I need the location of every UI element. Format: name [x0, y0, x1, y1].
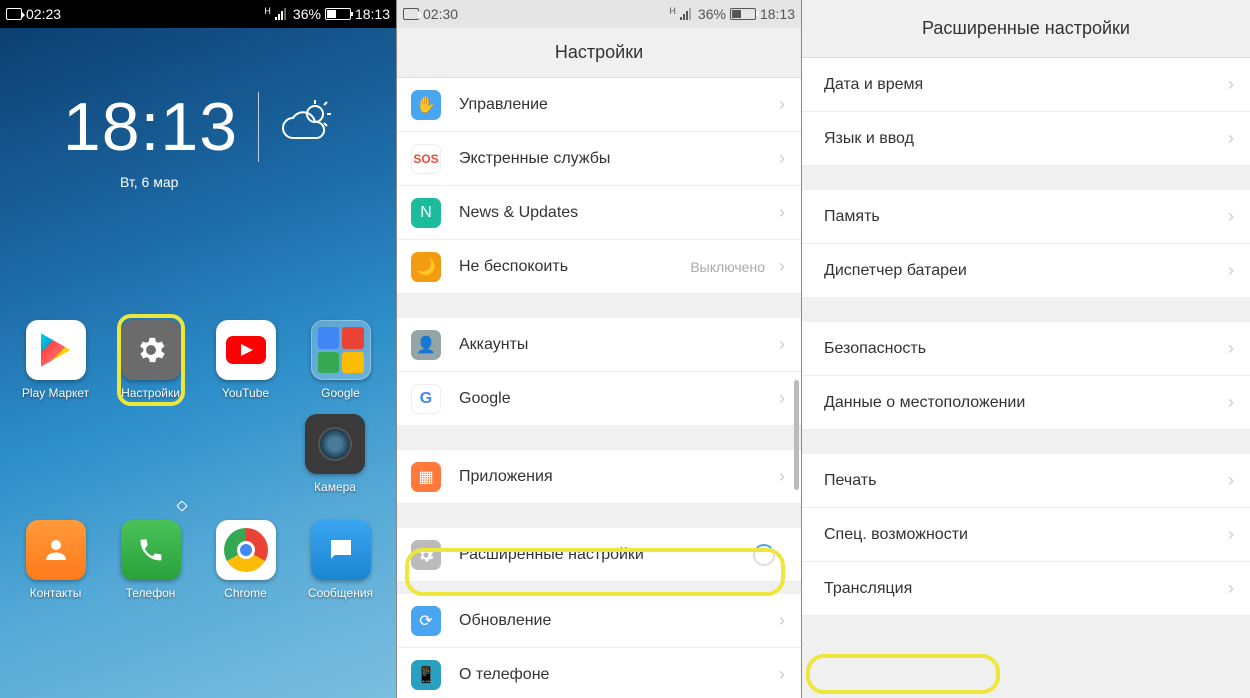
dock-chrome[interactable]: Chrome [203, 520, 289, 600]
battery-icon [730, 8, 756, 20]
screencast-icon [6, 8, 22, 20]
highlight-cast [806, 654, 1000, 694]
advanced-item-language[interactable]: Язык и ввод› [802, 112, 1250, 166]
advanced-item-datetime[interactable]: Дата и время› [802, 58, 1250, 112]
settings-item-apps[interactable]: ▦ Приложения› [397, 450, 801, 504]
settings-panel: 02:30 H 36% 18:13 Настройки ✋ Управление… [397, 0, 802, 698]
news-icon: N [411, 198, 441, 228]
advanced-title: Расширенные настройки [802, 0, 1250, 58]
settings-item-about[interactable]: 📱 О телефоне› [397, 648, 801, 698]
settings-list: ✋ Управление› SOS Экстренные службы› N N… [397, 78, 801, 698]
play-store-icon [26, 320, 86, 380]
app-settings[interactable]: Настройки [108, 320, 194, 400]
advanced-item-memory[interactable]: Память› [802, 190, 1250, 244]
messages-icon [311, 520, 371, 580]
settings-item-advanced[interactable]: Расширенные настройки [397, 528, 801, 582]
settings-item-accounts[interactable]: 👤 Аккаунты› [397, 318, 801, 372]
clock-widget[interactable]: 18:13 Вт, 6 мар [0, 88, 396, 166]
advanced-settings-panel: Расширенные настройки Дата и время› Язык… [802, 0, 1250, 698]
advanced-item-security[interactable]: Безопасность› [802, 322, 1250, 376]
sos-icon: SOS [411, 144, 441, 174]
home-screen-panel: 02:23 H 36% 18:13 18:13 Вт, 6 мар Google [0, 0, 397, 698]
status-bar: 02:30 H 36% 18:13 [397, 0, 801, 28]
battery-pct: 36% [698, 6, 726, 22]
phone-icon [121, 520, 181, 580]
advanced-item-cast[interactable]: Трансляция› [802, 562, 1250, 616]
weather-icon [279, 98, 333, 157]
advanced-item-accessibility[interactable]: Спец. возможности› [802, 508, 1250, 562]
clock-divider [258, 92, 259, 162]
settings-icon [121, 320, 181, 380]
signal-icon [275, 8, 289, 20]
settings-title: Настройки [397, 28, 801, 78]
settings-item-news[interactable]: N News & Updates› [397, 186, 801, 240]
rec-timer: 02:30 [423, 6, 458, 22]
settings-item-dnd[interactable]: 🌙 Не беспокоить Выключено› [397, 240, 801, 294]
folder-icon [311, 320, 371, 380]
rec-timer: 02:23 [26, 6, 61, 22]
loading-spinner-icon [753, 544, 775, 566]
app-play-store[interactable]: Play Маркет [13, 320, 99, 400]
contacts-icon [26, 520, 86, 580]
settings-item-management[interactable]: ✋ Управление› [397, 78, 801, 132]
account-icon: 👤 [411, 330, 441, 360]
advanced-list: Дата и время› Язык и ввод› Память› Диспе… [802, 58, 1250, 616]
settings-item-update[interactable]: ⟳ Обновление› [397, 594, 801, 648]
app-camera[interactable]: Камера [292, 414, 378, 494]
status-time: 18:13 [760, 6, 795, 22]
camera-icon [305, 414, 365, 474]
advanced-item-print[interactable]: Печать› [802, 454, 1250, 508]
signal-icon [680, 8, 694, 20]
gear-icon [411, 540, 441, 570]
advanced-item-battery[interactable]: Диспетчер батареи› [802, 244, 1250, 298]
app-folder-google[interactable]: Google [298, 320, 384, 400]
status-bar: 02:23 H 36% 18:13 [0, 0, 396, 28]
dock-phone[interactable]: Телефон [108, 520, 194, 600]
hand-icon: ✋ [411, 90, 441, 120]
dock-messages[interactable]: Сообщения [298, 520, 384, 600]
battery-icon [325, 8, 351, 20]
update-icon: ⟳ [411, 606, 441, 636]
battery-pct: 36% [293, 6, 321, 22]
clock-time: 18:13 [63, 88, 238, 166]
scrollbar[interactable] [794, 380, 799, 490]
apps-icon: ▦ [411, 462, 441, 492]
app-youtube[interactable]: YouTube [203, 320, 289, 400]
status-time: 18:13 [355, 6, 390, 22]
youtube-icon [216, 320, 276, 380]
settings-item-emergency[interactable]: SOS Экстренные службы› [397, 132, 801, 186]
phone-info-icon: 📱 [411, 660, 441, 690]
clock-date: Вт, 6 мар [120, 174, 178, 190]
google-g-icon: G [411, 384, 441, 414]
settings-item-google[interactable]: G Google› [397, 372, 801, 426]
screencast-icon [403, 8, 419, 20]
advanced-item-location[interactable]: Данные о местоположении› [802, 376, 1250, 430]
dnd-icon: 🌙 [411, 252, 441, 282]
chrome-icon [216, 520, 276, 580]
dock-contacts[interactable]: Контакты [13, 520, 99, 600]
